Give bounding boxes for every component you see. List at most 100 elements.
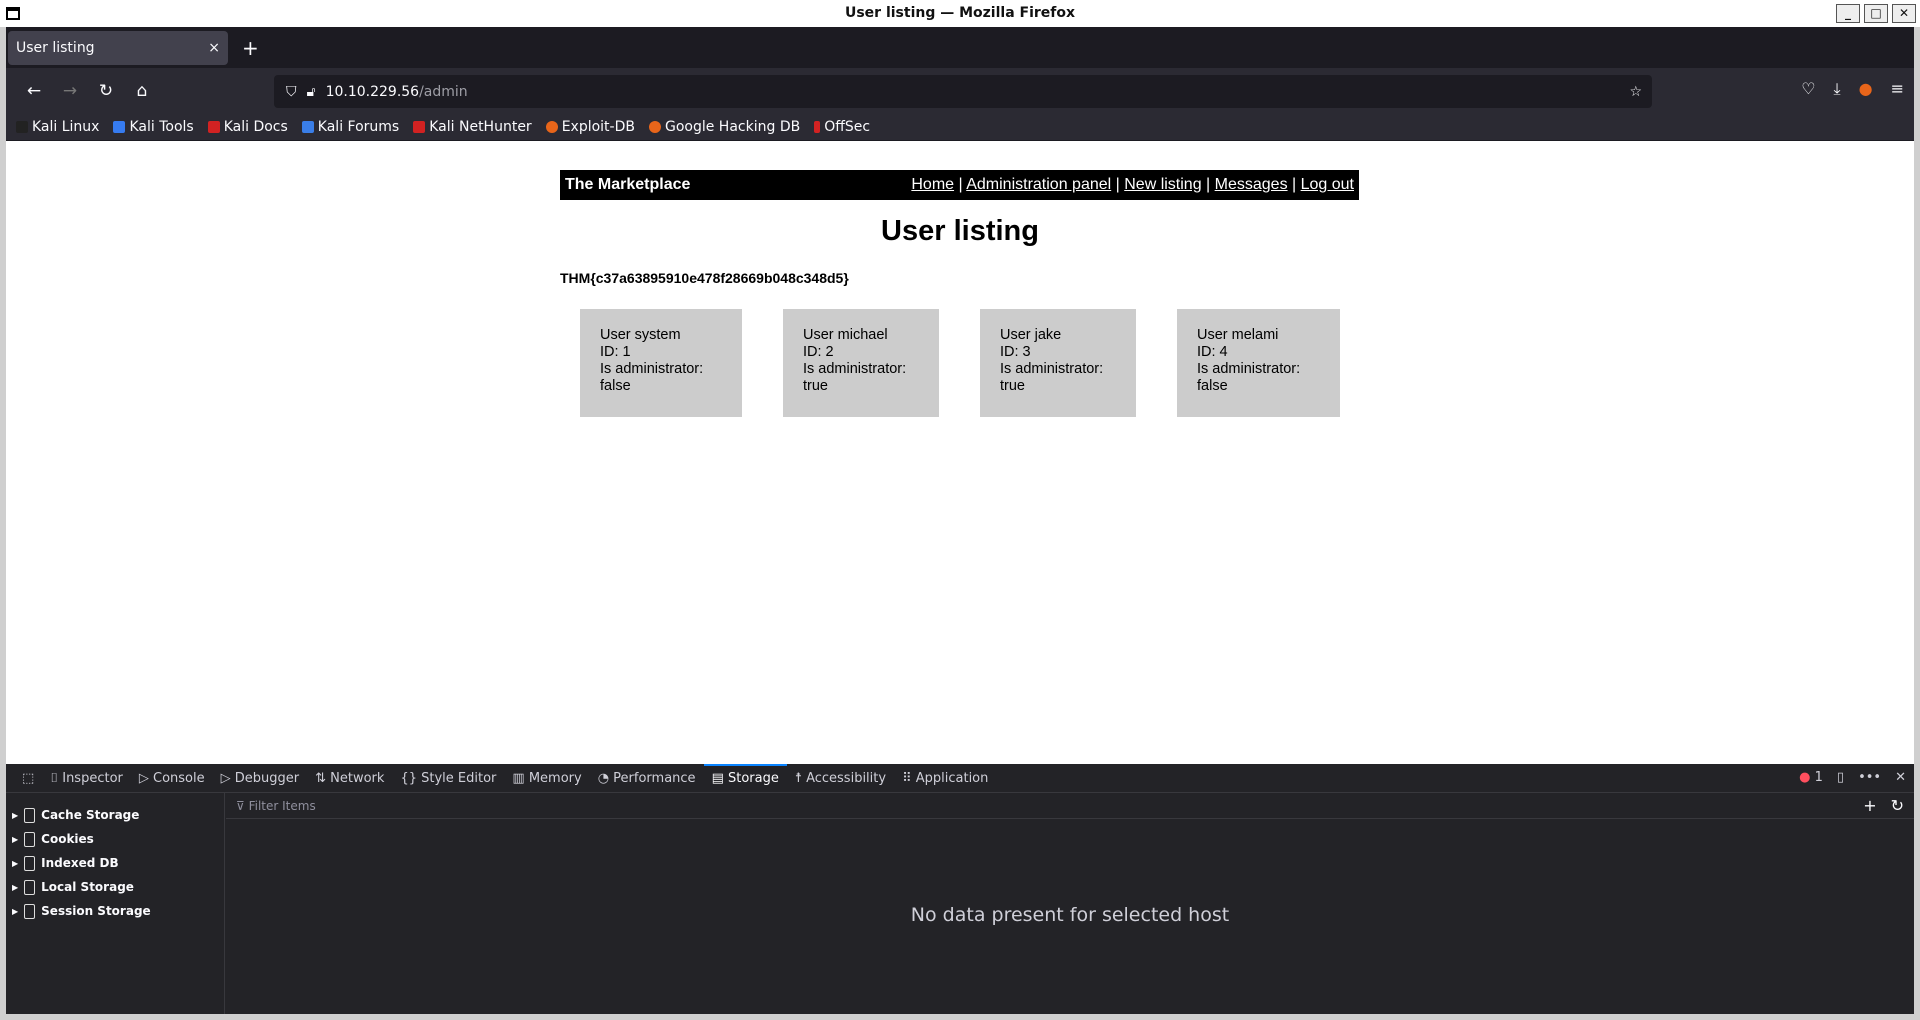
web-page: The Marketplace Home | Administration pa… (6, 141, 1914, 764)
tab-user-listing[interactable]: User listing × (8, 30, 228, 65)
admin-value: false (600, 378, 631, 394)
downloads-icon[interactable]: ⤓ (1834, 79, 1841, 99)
bookmark-label: Google Hacking DB (664, 118, 801, 135)
minimize-button[interactable]: _ (1836, 4, 1860, 23)
forward-icon[interactable]: → (52, 81, 88, 101)
user-name: User system (600, 327, 681, 343)
tab-debugger[interactable]: ▷ Debugger (213, 764, 308, 793)
tab-storage[interactable]: ▤ Storage (703, 763, 788, 793)
refresh-icon[interactable]: ↻ (1891, 796, 1904, 815)
url-bar[interactable]: ⛉ 🔓︎ 10.10.229.56/admin ☆ (274, 75, 1652, 108)
element-picker-icon[interactable]: ⬚ (14, 764, 42, 793)
window-titlebar: User listing — Mozilla Firefox _ □ ✕ (0, 0, 1920, 27)
tab-memory[interactable]: ▥ Memory (504, 764, 589, 793)
menu-icon[interactable]: ≡ (1891, 79, 1904, 99)
storage-icon (24, 807, 36, 823)
exploit-db-icon (545, 120, 558, 133)
back-icon[interactable]: ← (16, 81, 52, 101)
nav-admin-panel-link[interactable]: Administration panel (966, 176, 1111, 193)
tab-application[interactable]: ⠿ Application (894, 764, 996, 793)
bookmark-exploit-db[interactable]: Exploit-DB (545, 118, 635, 135)
filter-icon: ⊽ (236, 798, 249, 813)
storage-icon (24, 831, 36, 847)
close-window-button[interactable]: ✕ (1892, 4, 1916, 23)
nav-messages-link[interactable]: Messages (1215, 176, 1288, 193)
url-host: 10.10.229.56 (325, 83, 420, 100)
error-count-badge[interactable]: ● 1 (1799, 770, 1823, 785)
admin-label: Is administrator: (803, 361, 907, 377)
bookmark-label: Exploit-DB (561, 118, 635, 135)
bookmark-label: Kali Tools (129, 118, 194, 135)
window-title: User listing — Mozilla Firefox (844, 5, 1076, 21)
user-id: ID: 2 (803, 344, 834, 360)
storage-item-indexed-db[interactable]: ▶ Indexed DB (6, 851, 224, 875)
tab-accessibility[interactable]: ☨ Accessibility (787, 764, 894, 793)
user-card: User melami ID: 4 Is administrator: false (1177, 309, 1340, 417)
admin-label: Is administrator: (1000, 361, 1104, 377)
bookmark-label: Kali Forums (317, 118, 400, 135)
more-options-icon[interactable]: ••• (1858, 770, 1881, 785)
bookmark-label: Kali NetHunter (429, 118, 532, 135)
tab-network[interactable]: ⇅ Network (307, 764, 392, 793)
bookmark-kali-nethunter[interactable]: Kali NetHunter (413, 118, 532, 135)
maximize-button[interactable]: □ (1864, 4, 1888, 23)
storage-icon (24, 855, 36, 871)
kali-tools-icon (113, 120, 126, 133)
bookmark-star-icon[interactable]: ☆ (1629, 84, 1642, 100)
offsec-icon (814, 120, 821, 133)
dock-icon[interactable]: ▯ (1837, 770, 1844, 785)
storage-item-local[interactable]: ▶ Local Storage (6, 875, 224, 899)
insecure-lock-icon[interactable]: 🔓︎ (307, 84, 316, 100)
tab-style-editor[interactable]: {} Style Editor (392, 764, 504, 793)
tab-inspector[interactable]: ⌷ Inspector (42, 764, 131, 793)
kali-nethunter-icon (413, 120, 426, 133)
filter-items-input[interactable]: ⊽ Filter Items + ↻ (226, 793, 1914, 819)
window-icon (6, 7, 20, 20)
tab-label: User listing (16, 39, 95, 56)
bookmark-kali-linux[interactable]: Kali Linux (16, 119, 99, 135)
home-icon[interactable]: ⌂ (124, 81, 160, 101)
tab-console[interactable]: ▷ Console (131, 764, 213, 793)
admin-value: true (803, 378, 828, 394)
bookmark-google-hacking-db[interactable]: Google Hacking DB (648, 118, 801, 135)
user-card: User jake ID: 3 Is administrator: true (980, 309, 1136, 417)
browser-chrome: User listing × + ← → ↻ ⌂ ⛉ 🔓︎ 10.10.229.5… (6, 27, 1914, 141)
site-header: The Marketplace Home | Administration pa… (560, 170, 1359, 200)
user-id: ID: 3 (1000, 344, 1031, 360)
user-name: User melami (1197, 327, 1279, 343)
storage-icon (24, 879, 36, 895)
new-tab-button[interactable]: + (242, 36, 259, 60)
extension-icon[interactable]: ● (1859, 79, 1873, 99)
shield-icon[interactable]: ⛉ (286, 84, 297, 100)
storage-item-cookies[interactable]: ▶ Cookies (6, 827, 224, 851)
bookmark-label: OffSec (824, 118, 871, 135)
admin-label: Is administrator: (600, 361, 704, 377)
url-path: /admin (419, 83, 468, 100)
nav-home-link[interactable]: Home (911, 176, 954, 193)
add-item-icon[interactable]: + (1863, 796, 1876, 815)
page-title: User listing (881, 215, 1039, 247)
user-name: User jake (1000, 327, 1062, 343)
pocket-icon[interactable]: ♡ (1801, 79, 1815, 99)
storage-item-session[interactable]: ▶ Session Storage (6, 899, 224, 923)
bookmarks-toolbar: Kali Linux Kali Tools Kali Docs Kali For… (6, 113, 1914, 140)
site-brand: The Marketplace (565, 176, 691, 193)
bookmark-kali-forums[interactable]: Kali Forums (301, 118, 400, 135)
nav-logout-link[interactable]: Log out (1301, 176, 1354, 193)
user-id: ID: 1 (600, 344, 631, 360)
bookmark-offsec[interactable]: OffSec (814, 119, 870, 135)
storage-item-cache[interactable]: ▶ Cache Storage (6, 803, 224, 827)
user-card: User michael ID: 2 Is administrator: true (783, 309, 939, 417)
ghdb-icon (648, 120, 661, 133)
tab-close-icon[interactable]: × (208, 40, 220, 56)
empty-message: No data present for selected host (910, 904, 1230, 926)
nav-new-listing-link[interactable]: New listing (1124, 176, 1201, 193)
tab-performance[interactable]: ◔ Performance (590, 764, 704, 793)
reload-icon[interactable]: ↻ (88, 81, 124, 101)
close-devtools-icon[interactable]: ✕ (1895, 770, 1906, 785)
bookmark-kali-tools[interactable]: Kali Tools (113, 118, 194, 135)
admin-value: false (1197, 378, 1228, 394)
user-id: ID: 4 (1197, 344, 1228, 360)
bookmark-kali-docs[interactable]: Kali Docs (207, 119, 288, 135)
storage-sidebar: ▶ Cache Storage ▶ Cookies ▶ Indexed DB ▶ Loc… (6, 793, 225, 1014)
